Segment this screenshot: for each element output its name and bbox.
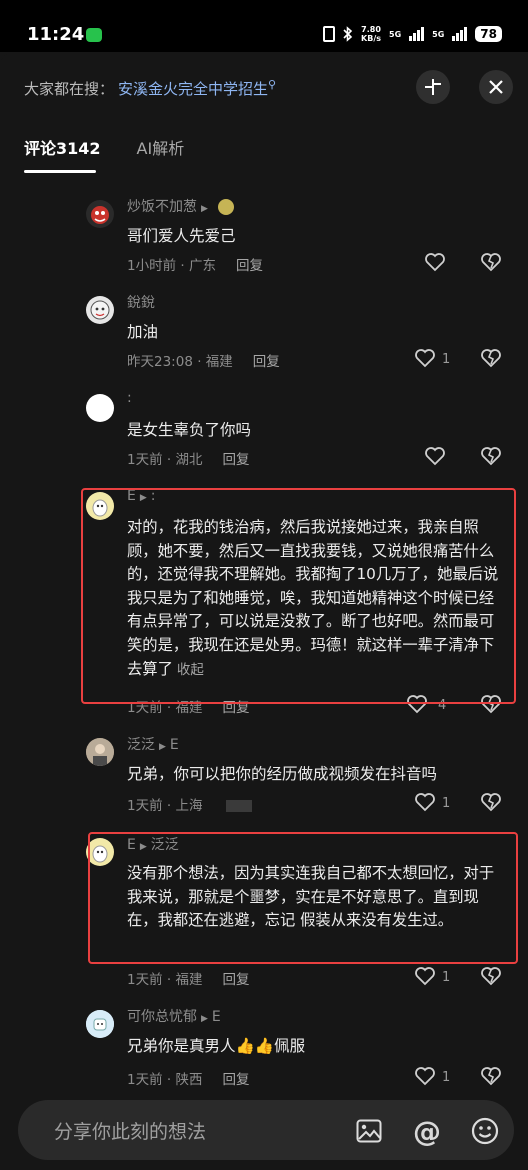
comment-meta: 1天前 · 陕西 回复 bbox=[127, 1072, 250, 1088]
comment-meta: 1天前 · 湖北 回复 bbox=[127, 452, 250, 468]
avatar[interactable] bbox=[86, 296, 114, 324]
vibrate-icon bbox=[323, 26, 336, 42]
blurred-region bbox=[226, 800, 253, 812]
wechat-notification-icon bbox=[86, 28, 102, 42]
bluetooth-icon bbox=[343, 26, 353, 42]
comment-username[interactable]: : bbox=[127, 390, 132, 406]
broken-heart-icon[interactable] bbox=[480, 252, 502, 272]
highlight-box bbox=[88, 832, 518, 964]
tab-ai-analysis[interactable]: AI解析 bbox=[137, 135, 185, 159]
comment-text: 加油 bbox=[127, 323, 159, 341]
close-button[interactable] bbox=[479, 70, 513, 104]
comment-input[interactable]: 分享你此刻的想法 @ bbox=[18, 1100, 514, 1160]
avatar[interactable] bbox=[86, 200, 114, 228]
highlight-box bbox=[81, 488, 516, 704]
search-term-link[interactable]: 安溪金火完全中学招生 bbox=[118, 80, 268, 98]
split-screen-icon bbox=[425, 79, 441, 95]
signal-icon-2 bbox=[452, 27, 468, 41]
reply-button[interactable]: 回复 bbox=[253, 354, 280, 370]
avatar[interactable] bbox=[86, 394, 114, 422]
search-icon: ⚲ bbox=[268, 78, 277, 91]
heart-icon[interactable] bbox=[414, 792, 436, 812]
comment-meta: 昨天23:08 · 福建 回复 bbox=[127, 354, 280, 370]
comment-text: 是女生辜负了你吗 bbox=[127, 421, 252, 439]
comment-text: 哥们爱人先爱己 bbox=[127, 227, 236, 245]
comment-username[interactable]: 炒饭不加葱 ▶ bbox=[127, 196, 234, 216]
avatar[interactable] bbox=[86, 1010, 114, 1038]
close-icon bbox=[489, 80, 503, 94]
like-count: 1 bbox=[442, 970, 451, 985]
sim1-label: 5G bbox=[389, 29, 402, 39]
emoji-picker-icon[interactable] bbox=[470, 1116, 500, 1146]
split-view-button[interactable] bbox=[416, 70, 450, 104]
comment-text: 兄弟，你可以把你的经历做成视频发在抖音吗 bbox=[127, 765, 438, 783]
reply-arrow-icon: ▶ bbox=[159, 742, 166, 752]
heart-icon[interactable] bbox=[414, 348, 436, 368]
broken-heart-icon[interactable] bbox=[480, 1066, 502, 1086]
signal-icon bbox=[409, 27, 425, 41]
heart-icon[interactable] bbox=[414, 1066, 436, 1086]
tab-comments[interactable]: 评论3142 bbox=[24, 135, 101, 159]
search-prefix: 大家都在搜： bbox=[24, 80, 115, 98]
reply-button[interactable]: 回复 bbox=[236, 258, 263, 274]
reply-arrow-icon: ▶ bbox=[201, 204, 208, 214]
comment-meta: 1天前 · 上海 bbox=[127, 794, 253, 814]
mention-icon[interactable]: @ bbox=[412, 1115, 442, 1148]
comment-username[interactable]: 銳銳 bbox=[127, 292, 155, 312]
heart-icon[interactable] bbox=[424, 252, 446, 272]
comment-username[interactable]: 可你总忧郁 ▶ E bbox=[127, 1006, 221, 1026]
sim2-label: 5G bbox=[432, 29, 445, 39]
net-speed: 7.80 KB/s bbox=[361, 25, 382, 43]
status-time: 11:24 bbox=[27, 24, 85, 45]
status-icons: 7.80 KB/s 5G 5G 78 bbox=[323, 25, 502, 43]
like-count: 1 bbox=[442, 796, 451, 811]
comment-text: 兄弟你是真男人👍👍佩服 bbox=[127, 1037, 306, 1055]
comment-meta: 1小时前 · 广东 回复 bbox=[127, 258, 263, 274]
comment-input-area: 分享你此刻的想法 @ bbox=[0, 1100, 528, 1170]
broken-heart-icon[interactable] bbox=[480, 792, 502, 812]
reply-button[interactable]: 回复 bbox=[222, 972, 249, 988]
image-icon[interactable] bbox=[354, 1116, 384, 1146]
like-count: 1 bbox=[442, 1070, 451, 1085]
tab-bar: 评论3142 AI解析 bbox=[24, 135, 184, 159]
like-count: 1 bbox=[442, 352, 451, 367]
reply-button[interactable]: 回复 bbox=[222, 452, 249, 468]
comment-meta: 1天前 · 福建 回复 bbox=[127, 972, 250, 988]
input-placeholder: 分享你此刻的想法 bbox=[54, 1121, 207, 1143]
reply-button[interactable]: 回复 bbox=[222, 1072, 249, 1088]
battery-icon: 78 bbox=[475, 26, 502, 42]
heart-icon[interactable] bbox=[414, 966, 436, 986]
emoji-icon bbox=[217, 199, 234, 215]
broken-heart-icon[interactable] bbox=[480, 966, 502, 986]
heart-icon[interactable] bbox=[424, 446, 446, 466]
active-tab-indicator bbox=[24, 170, 96, 173]
comment-username[interactable]: 泛泛 ▶ E bbox=[127, 734, 179, 754]
broken-heart-icon[interactable] bbox=[480, 348, 502, 368]
reply-arrow-icon: ▶ bbox=[201, 1014, 208, 1024]
trending-search[interactable]: 大家都在搜： 安溪金火完全中学招生⚲ bbox=[24, 78, 276, 99]
avatar[interactable] bbox=[86, 738, 114, 766]
status-bar: 11:24 7.80 KB/s 5G 5G 78 bbox=[0, 0, 528, 52]
broken-heart-icon[interactable] bbox=[480, 446, 502, 466]
